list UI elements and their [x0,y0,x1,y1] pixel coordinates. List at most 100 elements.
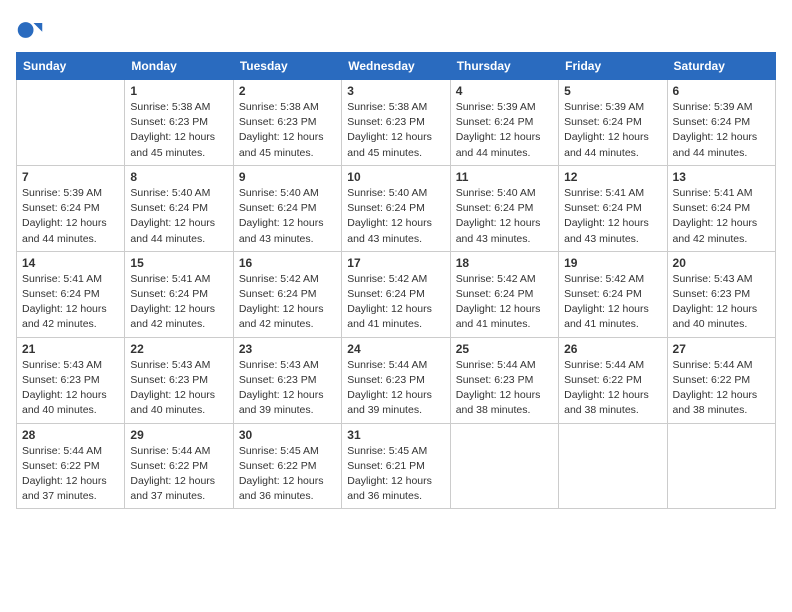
calendar-week-4: 21 Sunrise: 5:43 AM Sunset: 6:23 PM Dayli… [17,337,776,423]
calendar-cell: 8Sunrise: 5:40 AM Sunset: 6:24 PM Daylig… [125,165,233,251]
calendar-cell [450,423,558,509]
day-number: 18 [456,256,553,270]
calendar-week-5: 28Sunrise: 5:44 AM Sunset: 6:22 PM Dayli… [17,423,776,509]
logo-icon [16,16,44,44]
calendar-cell: 4Sunrise: 5:39 AM Sunset: 6:24 PM Daylig… [450,80,558,166]
calendar-cell: 31 Sunrise: 5:45 AM Sunset: 6:21 PM Dayli… [342,423,450,509]
day-number: 8 [130,170,227,184]
day-info: Sunrise: 5:40 AM Sunset: 6:24 PM Dayligh… [456,186,553,247]
day-number: 22 [130,342,227,356]
calendar-cell: 22 Sunrise: 5:43 AM Sunset: 6:23 PM Dayli… [125,337,233,423]
day-number: 5 [564,84,661,98]
day-number: 16 [239,256,336,270]
logo [16,16,48,44]
day-info: Sunrise: 5:42 AM Sunset: 6:24 PM Dayligh… [456,272,553,333]
calendar-cell: 7 Sunrise: 5:39 AM Sunset: 6:24 PM Daylig… [17,165,125,251]
day-header-tuesday: Tuesday [233,53,341,80]
day-number: 24 [347,342,444,356]
day-info: Sunrise: 5:45 AM Sunset: 6:21 PM Dayligh… [347,444,444,505]
day-header-thursday: Thursday [450,53,558,80]
day-header-monday: Monday [125,53,233,80]
day-info: Sunrise: 5:43 AM Sunset: 6:23 PM Dayligh… [130,358,227,419]
calendar-cell: 29 Sunrise: 5:44 AM Sunset: 6:22 PM Dayli… [125,423,233,509]
day-number: 13 [673,170,770,184]
day-number: 21 [22,342,119,356]
calendar-cell: 13 Sunrise: 5:41 AM Sunset: 6:24 PM Dayli… [667,165,775,251]
day-info: Sunrise: 5:44 AM Sunset: 6:23 PM Dayligh… [456,358,553,419]
calendar-cell: 14 Sunrise: 5:41 AM Sunset: 6:24 PM Dayli… [17,251,125,337]
day-info: Sunrise: 5:44 AM Sunset: 6:22 PM Dayligh… [673,358,770,419]
calendar-cell: 1 Sunrise: 5:38 AM Sunset: 6:23 PM Daylig… [125,80,233,166]
day-info: Sunrise: 5:38 AM Sunset: 6:23 PM Dayligh… [130,100,227,161]
day-info: Sunrise: 5:43 AM Sunset: 6:23 PM Dayligh… [22,358,119,419]
day-info: Sunrise: 5:38 AM Sunset: 6:23 PM Dayligh… [239,100,336,161]
calendar-cell: 23 Sunrise: 5:43 AM Sunset: 6:23 PM Dayli… [233,337,341,423]
day-number: 19 [564,256,661,270]
day-info: Sunrise: 5:39 AM Sunset: 6:24 PM Dayligh… [456,100,553,161]
day-info: Sunrise: 5:41 AM Sunset: 6:24 PM Dayligh… [673,186,770,247]
day-info: Sunrise: 5:39 AM Sunset: 6:24 PM Dayligh… [564,100,661,161]
calendar-cell: 19 Sunrise: 5:42 AM Sunset: 6:24 PM Dayli… [559,251,667,337]
calendar-cell: 3 Sunrise: 5:38 AM Sunset: 6:23 PM Daylig… [342,80,450,166]
day-info: Sunrise: 5:44 AM Sunset: 6:22 PM Dayligh… [22,444,119,505]
calendar-cell: 10Sunrise: 5:40 AM Sunset: 6:24 PM Dayli… [342,165,450,251]
calendar-table: SundayMondayTuesdayWednesdayThursdayFrid… [16,52,776,509]
calendar-cell: 2 Sunrise: 5:38 AM Sunset: 6:23 PM Daylig… [233,80,341,166]
day-number: 7 [22,170,119,184]
calendar-cell [667,423,775,509]
calendar-header-row: SundayMondayTuesdayWednesdayThursdayFrid… [17,53,776,80]
page-header [16,16,776,44]
calendar-cell: 17 Sunrise: 5:42 AM Sunset: 6:24 PM Dayli… [342,251,450,337]
calendar-cell: 26Sunrise: 5:44 AM Sunset: 6:22 PM Dayli… [559,337,667,423]
day-info: Sunrise: 5:42 AM Sunset: 6:24 PM Dayligh… [564,272,661,333]
calendar-cell: 24 Sunrise: 5:44 AM Sunset: 6:23 PM Dayli… [342,337,450,423]
calendar-cell: 28Sunrise: 5:44 AM Sunset: 6:22 PM Dayli… [17,423,125,509]
day-info: Sunrise: 5:39 AM Sunset: 6:24 PM Dayligh… [673,100,770,161]
day-header-saturday: Saturday [667,53,775,80]
calendar-cell: 21 Sunrise: 5:43 AM Sunset: 6:23 PM Dayli… [17,337,125,423]
calendar-week-1: 1 Sunrise: 5:38 AM Sunset: 6:23 PM Daylig… [17,80,776,166]
calendar-cell: 11 Sunrise: 5:40 AM Sunset: 6:24 PM Dayli… [450,165,558,251]
day-info: Sunrise: 5:44 AM Sunset: 6:23 PM Dayligh… [347,358,444,419]
day-info: Sunrise: 5:42 AM Sunset: 6:24 PM Dayligh… [347,272,444,333]
day-info: Sunrise: 5:43 AM Sunset: 6:23 PM Dayligh… [239,358,336,419]
day-info: Sunrise: 5:42 AM Sunset: 6:24 PM Dayligh… [239,272,336,333]
day-number: 14 [22,256,119,270]
day-number: 25 [456,342,553,356]
day-number: 1 [130,84,227,98]
calendar-cell: 6 Sunrise: 5:39 AM Sunset: 6:24 PM Daylig… [667,80,775,166]
calendar-cell: 30 Sunrise: 5:45 AM Sunset: 6:22 PM Dayli… [233,423,341,509]
day-info: Sunrise: 5:41 AM Sunset: 6:24 PM Dayligh… [22,272,119,333]
day-info: Sunrise: 5:40 AM Sunset: 6:24 PM Dayligh… [239,186,336,247]
calendar-cell: 18 Sunrise: 5:42 AM Sunset: 6:24 PM Dayli… [450,251,558,337]
day-info: Sunrise: 5:38 AM Sunset: 6:23 PM Dayligh… [347,100,444,161]
day-header-sunday: Sunday [17,53,125,80]
day-info: Sunrise: 5:45 AM Sunset: 6:22 PM Dayligh… [239,444,336,505]
day-number: 2 [239,84,336,98]
day-number: 11 [456,170,553,184]
day-info: Sunrise: 5:44 AM Sunset: 6:22 PM Dayligh… [564,358,661,419]
day-number: 3 [347,84,444,98]
day-info: Sunrise: 5:43 AM Sunset: 6:23 PM Dayligh… [673,272,770,333]
day-header-friday: Friday [559,53,667,80]
day-number: 30 [239,428,336,442]
day-info: Sunrise: 5:41 AM Sunset: 6:24 PM Dayligh… [564,186,661,247]
calendar-cell [17,80,125,166]
calendar-cell: 16 Sunrise: 5:42 AM Sunset: 6:24 PM Dayli… [233,251,341,337]
day-number: 10 [347,170,444,184]
day-info: Sunrise: 5:41 AM Sunset: 6:24 PM Dayligh… [130,272,227,333]
day-number: 15 [130,256,227,270]
day-number: 23 [239,342,336,356]
calendar-cell: 20Sunrise: 5:43 AM Sunset: 6:23 PM Dayli… [667,251,775,337]
day-header-wednesday: Wednesday [342,53,450,80]
day-number: 9 [239,170,336,184]
day-number: 31 [347,428,444,442]
calendar-week-3: 14 Sunrise: 5:41 AM Sunset: 6:24 PM Dayli… [17,251,776,337]
day-number: 6 [673,84,770,98]
day-number: 17 [347,256,444,270]
day-number: 29 [130,428,227,442]
calendar-cell: 9 Sunrise: 5:40 AM Sunset: 6:24 PM Daylig… [233,165,341,251]
day-info: Sunrise: 5:39 AM Sunset: 6:24 PM Dayligh… [22,186,119,247]
day-info: Sunrise: 5:44 AM Sunset: 6:22 PM Dayligh… [130,444,227,505]
calendar-cell: 5 Sunrise: 5:39 AM Sunset: 6:24 PM Daylig… [559,80,667,166]
